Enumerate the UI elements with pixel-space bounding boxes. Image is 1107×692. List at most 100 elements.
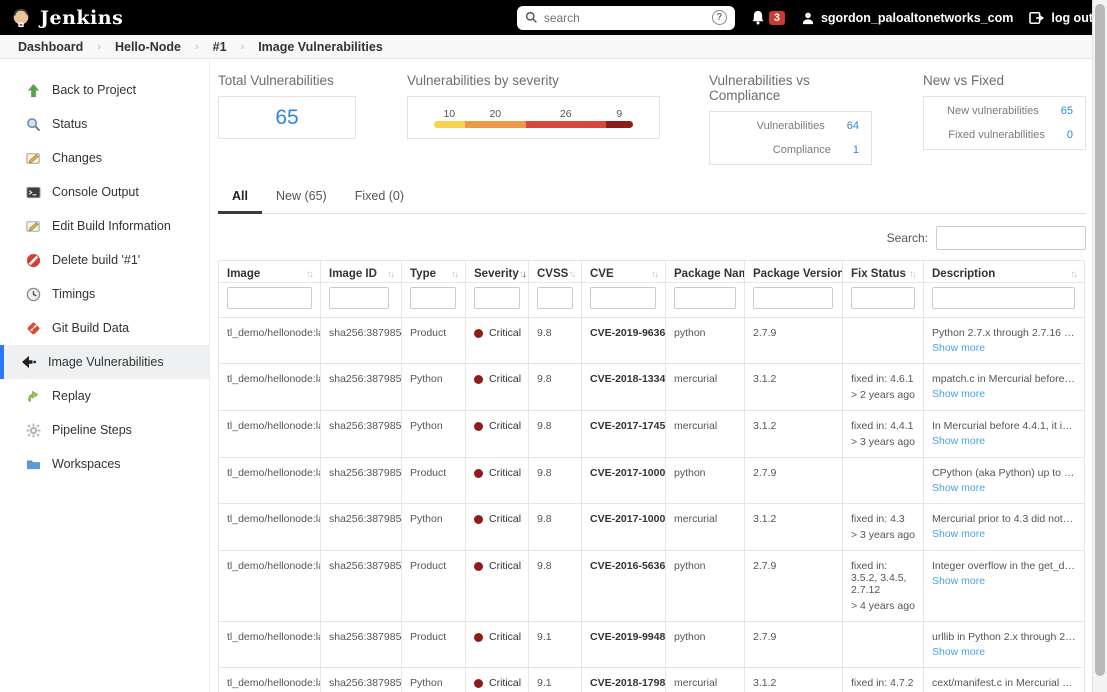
sidebar-item-git-build-data[interactable]: Git Build Data — [0, 311, 209, 345]
sort-icon[interactable]: ↑↓ — [451, 269, 459, 280]
total-vulnerabilities-title: Total Vulnerabilities — [218, 73, 334, 88]
filter-input-fix-status[interactable] — [851, 287, 915, 309]
logout-icon — [1029, 11, 1045, 24]
filter-input-type[interactable] — [410, 287, 456, 309]
column-header-cve[interactable]: CVE ↑↓ — [581, 260, 666, 283]
magnifier-icon — [24, 115, 42, 133]
filter-input-cve[interactable] — [590, 287, 656, 309]
table-row[interactable]: tl_demo/hellonode:latestsha256:387985591… — [218, 550, 1085, 622]
jenkins-logo[interactable]: Jenkins — [10, 7, 123, 29]
tab-all[interactable]: All — [218, 181, 262, 214]
column-header-cvss[interactable]: CVSS ↑↓ — [528, 260, 582, 283]
bell-icon — [752, 10, 764, 25]
result-tabs: All New (65) Fixed (0) — [218, 181, 1086, 214]
column-header-description[interactable]: Description ↑↓ — [923, 260, 1085, 283]
sort-icon[interactable]: ↑↓ — [306, 269, 314, 280]
sidebar-item-label: Git Build Data — [52, 321, 130, 335]
breadcrumb-dashboard[interactable]: Dashboard — [18, 40, 83, 54]
show-more-link[interactable]: Show more — [932, 342, 985, 354]
sidebar-item-label: Timings — [52, 287, 96, 301]
sort-icon[interactable]: ↑↓ — [1070, 269, 1078, 280]
jenkins-head-icon — [13, 8, 29, 27]
sidebar-item-replay[interactable]: Replay — [0, 379, 209, 413]
table-row[interactable]: tl_demo/hellonode:latestsha256:387985591… — [218, 317, 1085, 364]
sidebar-item-label: Delete build '#1' — [52, 253, 141, 267]
show-more-link[interactable]: Show more — [932, 388, 985, 400]
global-search-box[interactable]: ? — [516, 5, 735, 30]
filter-input-severity[interactable] — [474, 287, 520, 309]
new-vulnerabilities-count: 65 — [1060, 105, 1073, 117]
logout-button[interactable]: log out — [1029, 11, 1093, 25]
show-more-link[interactable]: Show more — [932, 528, 985, 540]
twistlock-icon — [20, 353, 38, 371]
severity-card-title: Vulnerabilities by severity — [407, 73, 559, 88]
sidebar-item-workspaces[interactable]: Workspaces — [0, 447, 209, 481]
severity-dot — [474, 328, 483, 338]
vertical-scrollbar[interactable] — [1092, 0, 1107, 692]
sidebar-item-status[interactable]: Status — [0, 107, 209, 141]
sidebar-item-timings[interactable]: Timings — [0, 277, 209, 311]
sort-icon[interactable]: ↑↓ — [387, 269, 395, 280]
column-header-image-id[interactable]: Image ID ↑↓ — [320, 260, 402, 283]
clock-icon — [24, 285, 42, 303]
table-row[interactable]: tl_demo/hellonode:latestsha256:387985591… — [218, 503, 1085, 551]
table-row[interactable]: tl_demo/hellonode:latestsha256:387985591… — [218, 363, 1085, 411]
severity-dot — [474, 678, 483, 688]
sidebar-item-edit-build-information[interactable]: Edit Build Information — [0, 209, 209, 243]
sort-icon[interactable]: ↑↓ — [909, 269, 917, 280]
table-row[interactable]: tl_demo/hellonode:latestsha256:387985591… — [218, 667, 1085, 692]
table-row[interactable]: tl_demo/hellonode:latestsha256:387985591… — [218, 410, 1085, 458]
new-vulnerabilities-label: New vulnerabilities — [947, 105, 1039, 117]
filter-input-image[interactable] — [227, 287, 312, 309]
tab-fixed[interactable]: Fixed (0) — [341, 181, 418, 214]
table-search-row: Search: — [218, 226, 1086, 250]
table-row[interactable]: tl_demo/hellonode:latestsha256:387985591… — [218, 457, 1085, 504]
sidebar-item-console-output[interactable]: Console Output — [0, 175, 209, 209]
filter-input-description[interactable] — [932, 287, 1075, 309]
global-search-input[interactable] — [543, 10, 706, 25]
user-menu[interactable]: sgordon_paloaltonetworks_com — [801, 11, 1013, 25]
sidebar-item-changes[interactable]: Changes — [0, 141, 209, 175]
show-more-link[interactable]: Show more — [932, 482, 985, 494]
show-more-link[interactable]: Show more — [932, 575, 985, 587]
search-help-icon[interactable]: ? — [711, 10, 727, 25]
main-content: Total Vulnerabilities 65 Vulnerabilities… — [210, 59, 1107, 692]
breadcrumb-job[interactable]: Hello-Node — [115, 40, 181, 54]
table-search-input[interactable] — [936, 226, 1086, 250]
column-header-type[interactable]: Type ↑↓ — [401, 260, 466, 283]
notification-count-badge: 3 — [768, 10, 785, 25]
search-icon — [525, 11, 537, 23]
column-header-package-version[interactable]: Package Version↑↓ — [744, 260, 843, 283]
show-more-link[interactable]: Show more — [932, 646, 985, 658]
filter-input-package-name[interactable] — [674, 287, 736, 309]
nvf-card: New vulnerabilities 65 Fixed vulnerabilit… — [923, 96, 1086, 150]
show-more-link[interactable]: Show more — [932, 435, 985, 447]
sidebar-item-delete-build[interactable]: Delete build '#1' — [0, 243, 209, 277]
breadcrumb-build[interactable]: #1 — [213, 40, 227, 54]
breadcrumb-page[interactable]: Image Vulnerabilities — [258, 40, 383, 54]
column-header-fix-status[interactable]: Fix Status ↑↓ — [842, 260, 924, 283]
username: sgordon_paloaltonetworks_com — [820, 10, 1014, 25]
column-header-image[interactable]: Image ↑↓ — [218, 260, 321, 283]
sidebar-item-label: Back to Project — [52, 83, 137, 97]
sort-icon[interactable]: ↑↓ — [651, 269, 659, 280]
severity-bar-segment — [464, 120, 526, 128]
filter-input-package-version[interactable] — [753, 287, 833, 309]
sort-icon-active-desc[interactable]: ↑↓ — [519, 269, 527, 280]
table-row[interactable]: tl_demo/hellonode:latestsha256:387985591… — [218, 621, 1085, 668]
tab-new[interactable]: New (65) — [262, 181, 341, 214]
vvc-card: Vulnerabilities 64 Compliance 1 — [709, 111, 872, 165]
filter-input-cvss[interactable] — [537, 287, 573, 309]
column-header-package-name[interactable]: Package Name↑↓ — [665, 260, 745, 283]
notifications-button[interactable]: 3 — [751, 10, 785, 25]
sidebar-item-pipeline-steps[interactable]: Pipeline Steps — [0, 413, 209, 447]
sidebar-item-image-vulnerabilities[interactable]: Image Vulnerabilities — [0, 345, 209, 379]
sort-icon[interactable]: ↑↓ — [568, 269, 576, 280]
column-header-severity[interactable]: Severity ↑↓ — [465, 260, 529, 283]
filter-input-image-id[interactable] — [329, 287, 389, 309]
compliance-count: 1 — [852, 144, 859, 156]
sidebar-item-back-to-project[interactable]: Back to Project — [0, 73, 209, 107]
scrollbar-thumb[interactable] — [1095, 4, 1105, 676]
folder-icon — [24, 455, 42, 473]
header-row: Image ↑↓ Image ID ↑↓ Type ↑↓ Severity ↑↓ CVS… — [218, 260, 1085, 283]
